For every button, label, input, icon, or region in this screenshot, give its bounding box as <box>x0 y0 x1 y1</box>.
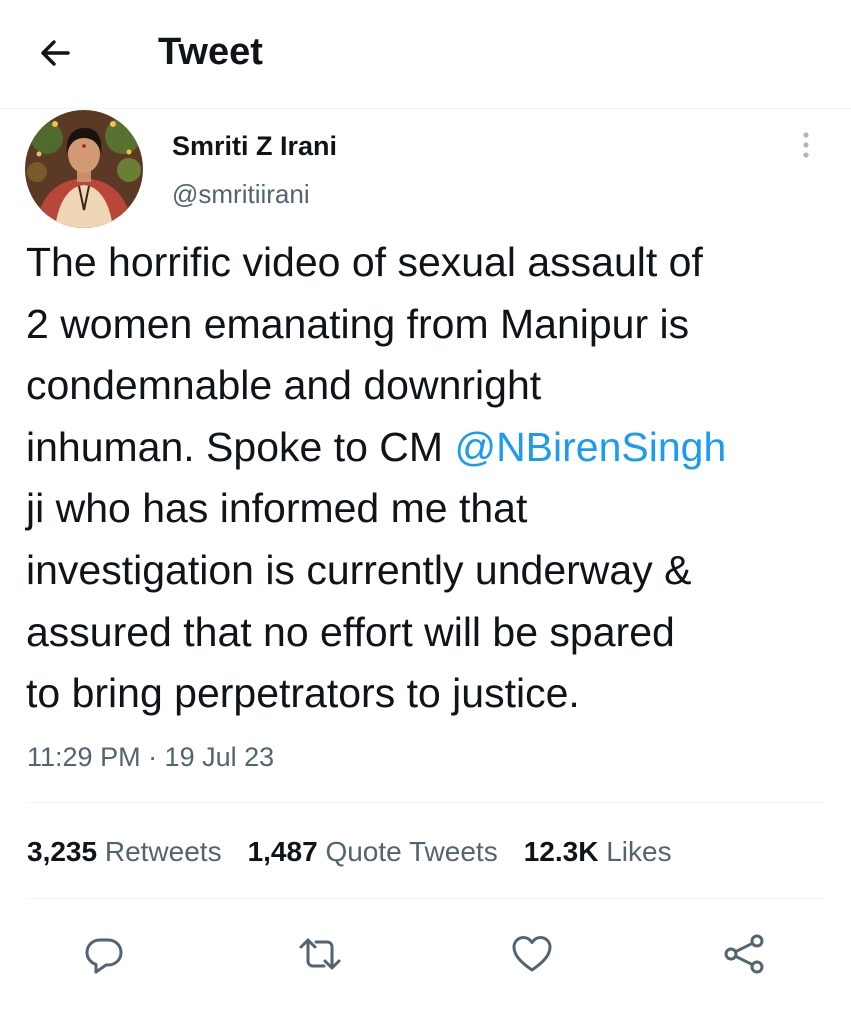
tweet-text-line: assured that no effort will be spared <box>26 608 675 655</box>
retweets-label: Retweets <box>104 836 222 867</box>
back-button[interactable] <box>30 28 80 78</box>
tweet-text-line: The horrific video of sexual assault of <box>26 239 703 285</box>
avatar[interactable] <box>25 110 143 228</box>
tweet-timestamp[interactable]: 11:29 PM · 19 Jul 23 <box>27 739 274 775</box>
tweet-text-line: 2 women emanating from Manipur is <box>26 300 690 347</box>
divider <box>27 802 825 803</box>
more-vertical-icon <box>803 132 809 158</box>
likes-count: 12.3K <box>523 836 599 867</box>
tweet-text-line: to bring perpetrators to justice. <box>26 670 580 717</box>
likes-label: Likes <box>606 836 672 867</box>
engagement-stats: 3,235 Retweets 1,487 Quote Tweets 12.3K … <box>27 833 672 871</box>
retweets-stat[interactable]: 3,235 Retweets <box>27 833 222 871</box>
share-button[interactable] <box>720 930 768 978</box>
quote-tweets-stat[interactable]: 1,487 Quote Tweets <box>248 833 498 871</box>
retweets-count: 3,235 <box>27 836 98 867</box>
reply-icon <box>85 938 123 974</box>
reply-button[interactable] <box>80 930 128 978</box>
tweet-text-line: investigation is currently underway & <box>26 546 692 593</box>
arrow-left-icon <box>41 40 70 66</box>
author-name[interactable]: Smriti Z Irani <box>172 130 337 162</box>
retweet-icon <box>299 938 341 970</box>
quote-tweets-label: Quote Tweets <box>325 836 498 867</box>
tweet-text-segment: inhuman. Spoke to CM <box>26 423 455 470</box>
tweet-text-line: inhuman. Spoke to CM @NBirenSingh <box>26 417 838 479</box>
top-bar: Tweet <box>0 0 851 109</box>
tweet-text: The horrific video of sexual assault of … <box>26 232 838 725</box>
mention-link[interactable]: @NBirenSingh <box>454 424 726 470</box>
author-handle[interactable]: @smritiirani <box>172 178 310 210</box>
profile-photo <box>25 110 143 228</box>
share-icon <box>724 934 764 974</box>
page-title: Tweet <box>158 31 263 73</box>
like-button[interactable] <box>508 930 556 978</box>
more-options-button[interactable] <box>792 127 820 163</box>
tweet-text-line: ji who has informed me that <box>26 485 528 532</box>
retweet-button[interactable] <box>296 930 344 978</box>
like-icon <box>512 936 552 972</box>
likes-stat[interactable]: 12.3K Likes <box>524 833 672 871</box>
quote-tweets-count: 1,487 <box>247 836 318 867</box>
tweet-text-line: condemnable and downright <box>26 362 542 409</box>
divider <box>27 898 825 899</box>
